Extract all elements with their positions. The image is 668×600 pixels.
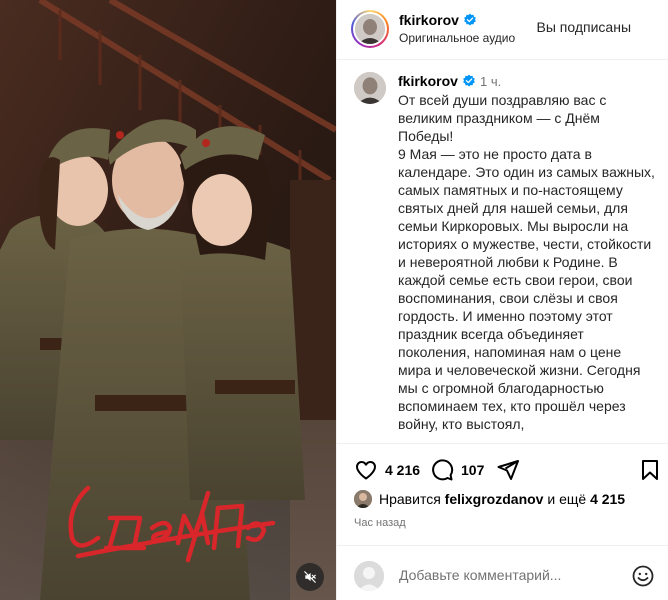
liked-by-others[interactable]: 4 215 <box>590 491 625 507</box>
victory-day-caption-art <box>68 485 276 563</box>
like-action[interactable]: 4 216 <box>354 458 420 482</box>
liked-by-line: Нравится felixgrozdanov и ещё 4 215 <box>354 490 625 508</box>
caption-section: fkirkorov 1 ч. От всей души поздравляю в… <box>337 60 668 443</box>
emoji-icon <box>632 565 654 587</box>
liked-by-prefix: Нравится <box>379 491 441 507</box>
emoji-button[interactable] <box>631 564 655 593</box>
default-avatar-icon <box>354 561 384 591</box>
author-username-text: fkirkorov <box>399 12 459 28</box>
mute-button[interactable] <box>296 563 324 591</box>
author-username[interactable]: fkirkorov <box>399 12 477 28</box>
comment-icon <box>432 459 454 481</box>
caption-author-avatar[interactable] <box>354 72 386 104</box>
caption-username-text: fkirkorov <box>398 73 458 89</box>
avatar-photo <box>354 72 386 104</box>
save-action[interactable] <box>639 458 661 482</box>
audio-link[interactable]: Оригинальное аудио <box>399 31 515 45</box>
liker-avatar-photo <box>354 490 372 508</box>
liked-by-user[interactable]: felixgrozdanov <box>445 491 544 507</box>
avatar-photo <box>355 14 385 44</box>
liker-avatar[interactable] <box>354 490 372 508</box>
bookmark-icon <box>642 460 658 480</box>
post-media[interactable] <box>0 0 336 600</box>
share-action[interactable] <box>496 458 520 482</box>
share-icon <box>497 460 519 480</box>
post-time-ago[interactable]: Час назад <box>354 517 406 529</box>
add-comment-bar <box>337 545 668 600</box>
caption-text: От всей души поздравляю вас с великим пр… <box>398 92 655 432</box>
comments-count[interactable]: 107 <box>461 462 484 478</box>
likes-count[interactable]: 4 216 <box>385 462 420 478</box>
comment-input[interactable] <box>399 564 619 586</box>
heart-icon <box>356 461 376 480</box>
verified-badge-icon <box>463 74 475 87</box>
speaker-muted-icon <box>304 571 316 583</box>
post-details-panel: fkirkorov Оригинальное аудио Вы подписан… <box>336 0 668 600</box>
post-header: fkirkorov Оригинальное аудио Вы подписан… <box>337 0 668 60</box>
verified-badge-icon <box>464 13 476 26</box>
following-button[interactable]: Вы подписаны <box>537 19 632 35</box>
comment-action[interactable]: 107 <box>430 458 484 482</box>
caption-timestamp[interactable]: 1 ч. <box>480 74 501 89</box>
caption-author-username[interactable]: fkirkorov <box>398 73 476 89</box>
current-user-avatar <box>354 561 384 591</box>
liked-by-suffix: и ещё <box>547 491 587 507</box>
post-actions: 4 216 107 Нравится felixgrozdanov и ещё … <box>337 443 668 545</box>
author-avatar[interactable] <box>351 10 389 48</box>
